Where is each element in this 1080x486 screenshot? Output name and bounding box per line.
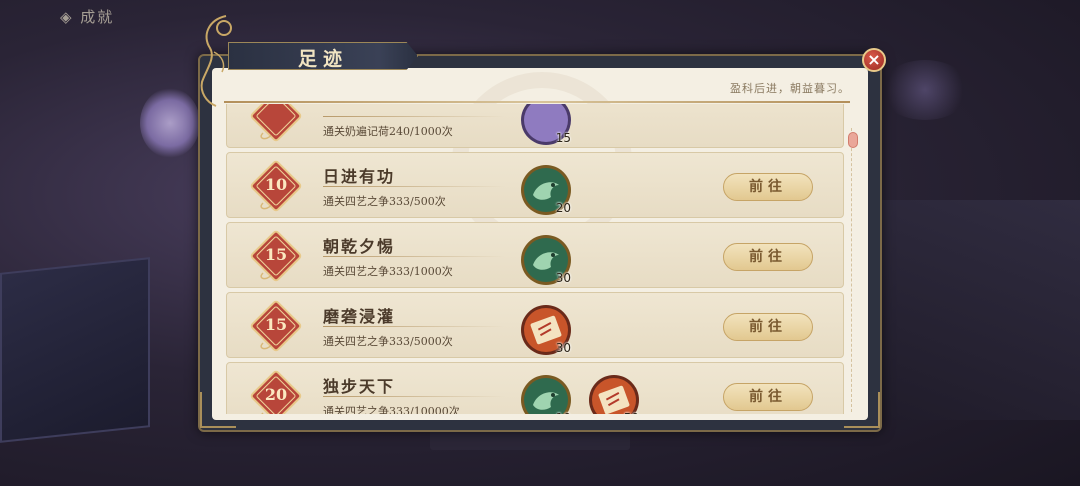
- achievement-list[interactable]: 通关奶遍记荷240/1000次 15 10 日进有功 通关四艺之争333/500…: [226, 104, 846, 414]
- achievement-row: 20 独步天下 通关四艺之争333/10000次 10 50 前往: [226, 362, 844, 414]
- medal-points: 20: [264, 385, 288, 404]
- name-underline: [323, 116, 505, 117]
- corner-ornament: [844, 392, 880, 428]
- achievement-progress: 通关四艺之争333/5000次: [323, 335, 453, 348]
- reward-count: 50: [624, 411, 639, 414]
- background-top-label: ◈ 成就: [60, 8, 115, 26]
- reward-count: 30: [555, 341, 571, 355]
- reward-medal-icon: [249, 104, 303, 143]
- achievement-name: 日进有功: [323, 167, 396, 186]
- purple-item-icon[interactable]: 15: [519, 104, 573, 147]
- achievement-progress: 通关四艺之争333/500次: [323, 195, 446, 208]
- achievement-row: 10 日进有功 通关四艺之争333/500次 20 前往: [226, 152, 844, 218]
- goto-button[interactable]: 前往: [723, 313, 813, 341]
- achievement-name: 磨砻浸灌: [323, 307, 396, 326]
- reward-count: 15: [555, 131, 571, 145]
- achievement-row: 15 朝乾夕惕 通关四艺之争333/1000次 30 前往: [226, 222, 844, 288]
- achievement-progress: 通关四艺之争333/1000次: [323, 265, 453, 278]
- background-chest: [880, 200, 1080, 420]
- jade-koi-icon[interactable]: 10: [519, 373, 573, 414]
- achievement-progress: 通关四艺之争333/10000次: [323, 405, 460, 414]
- scroll-track[interactable]: [851, 128, 857, 412]
- close-button[interactable]: ×: [862, 48, 886, 72]
- scroll-thumb[interactable]: [848, 132, 858, 148]
- medal-points: 10: [264, 175, 288, 194]
- background-flower: [140, 88, 200, 158]
- achievement-row: 15 磨砻浸灌 通关四艺之争333/5000次 30 前往: [226, 292, 844, 358]
- header-divider: [224, 101, 850, 103]
- reward-count: 20: [555, 201, 571, 215]
- background-glow: [880, 60, 970, 120]
- scroll-icon[interactable]: 30: [519, 303, 573, 357]
- achievement-progress: 通关奶遍记荷240/1000次: [323, 125, 453, 138]
- name-underline: [323, 186, 505, 187]
- name-underline: [323, 256, 505, 257]
- scroll-icon[interactable]: 50: [587, 373, 641, 414]
- achievement-name: 独步天下: [323, 377, 396, 396]
- panel-title: 足迹: [298, 48, 349, 70]
- achievement-row: 通关奶遍记荷240/1000次 15: [226, 104, 844, 148]
- goto-button[interactable]: 前往: [723, 173, 813, 201]
- jade-koi-icon[interactable]: 30: [519, 233, 573, 287]
- name-underline: [323, 396, 505, 397]
- medal-points: 15: [264, 245, 288, 264]
- background-book: [0, 257, 150, 443]
- reward-count: 30: [555, 271, 571, 285]
- goto-button[interactable]: 前往: [723, 383, 813, 411]
- name-underline: [323, 326, 505, 327]
- achievement-name: 朝乾夕惕: [323, 237, 396, 256]
- panel-subtitle: 盈科后进，朝益暮习。: [730, 82, 850, 95]
- goto-button[interactable]: 前往: [723, 243, 813, 271]
- corner-ornament: [200, 392, 236, 428]
- reward-count: 10: [556, 411, 571, 414]
- medal-points: 15: [264, 315, 288, 334]
- jade-koi-icon[interactable]: 20: [519, 163, 573, 217]
